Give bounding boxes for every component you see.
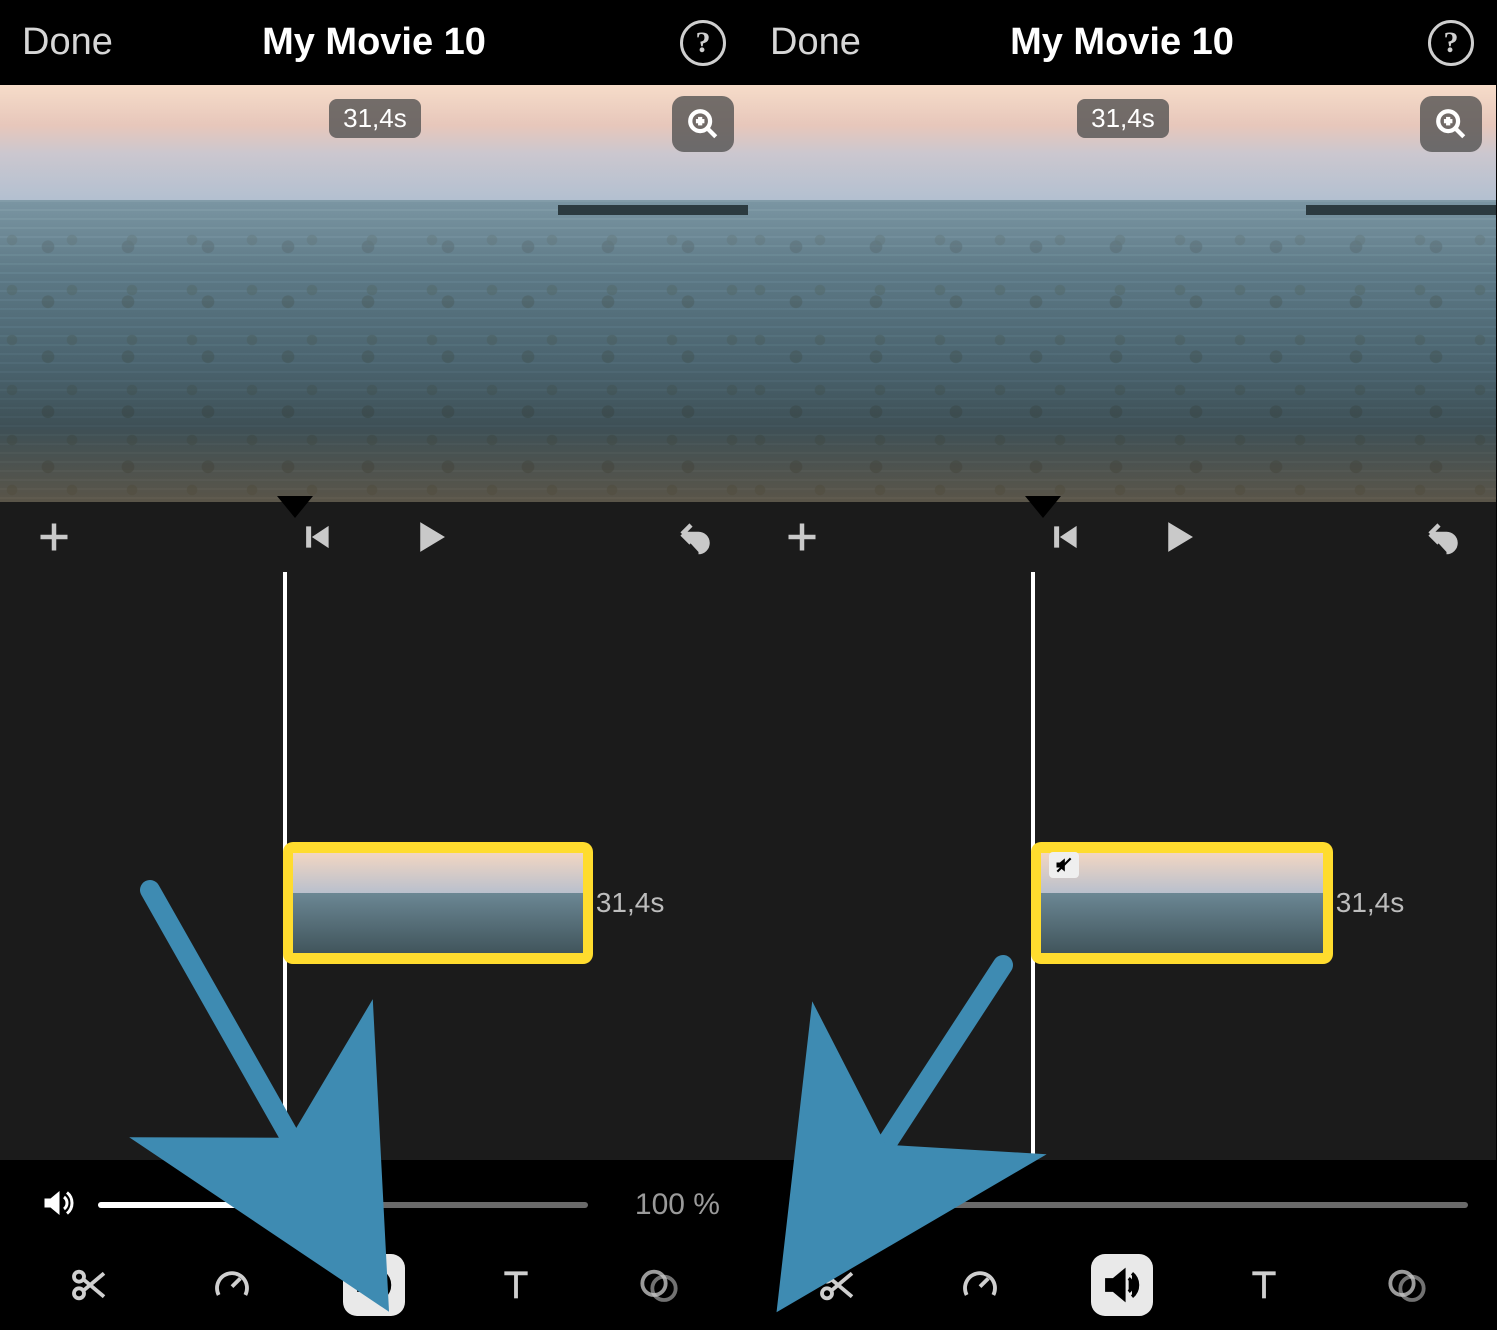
timeline[interactable]: 31,4s: [0, 572, 748, 1160]
editor-pane-right: Done My Movie 10 ? 31,4s: [748, 0, 1496, 1330]
gauge-icon: [960, 1265, 1000, 1305]
magnifier-plus-icon: [686, 107, 720, 141]
play-icon: [412, 519, 448, 555]
volume-handle[interactable]: [342, 1189, 374, 1221]
volume-handle[interactable]: [849, 1189, 881, 1221]
add-media-button[interactable]: [28, 511, 80, 563]
timeline[interactable]: 31,4s: [748, 572, 1496, 1160]
clip-duration-label: 31,4s: [1336, 887, 1405, 919]
volume-slider[interactable]: [846, 1202, 1468, 1208]
plus-icon: [36, 519, 72, 555]
speaker-muted-icon: [788, 1185, 824, 1226]
speaker-icon: [1102, 1265, 1142, 1305]
text-tool[interactable]: [1233, 1254, 1295, 1316]
text-icon: [496, 1265, 536, 1305]
help-icon: ?: [1444, 26, 1459, 60]
video-preview[interactable]: 31,4s: [0, 85, 748, 502]
skip-start-button[interactable]: [1040, 511, 1092, 563]
skip-start-button[interactable]: [292, 511, 344, 563]
help-button[interactable]: ?: [1428, 20, 1474, 66]
transport-bar: [0, 502, 748, 572]
help-icon: ?: [696, 26, 711, 60]
preview-sea: [0, 200, 748, 502]
undo-icon: [1424, 519, 1460, 555]
tool-tabs: [748, 1240, 1496, 1330]
undo-icon: [676, 519, 712, 555]
play-button[interactable]: [404, 511, 456, 563]
gauge-icon: [212, 1265, 252, 1305]
project-title: My Movie 10: [1010, 21, 1234, 64]
clip-duration-label: 31,4s: [596, 887, 665, 919]
done-button[interactable]: Done: [22, 21, 113, 64]
playhead-marker-icon: [1025, 496, 1061, 518]
play-button[interactable]: [1152, 511, 1204, 563]
clip-muted-badge: [1049, 852, 1079, 878]
plus-icon: [784, 519, 820, 555]
text-tool[interactable]: [485, 1254, 547, 1316]
filter-tool[interactable]: [1376, 1254, 1438, 1316]
clip-thumbnail: [1041, 853, 1323, 953]
done-button[interactable]: Done: [770, 21, 861, 64]
filter-icon: [639, 1265, 679, 1305]
volume-row: 100 %: [0, 1170, 748, 1240]
volume-tool[interactable]: [1091, 1254, 1153, 1316]
play-icon: [1160, 519, 1196, 555]
scissors-icon: [817, 1265, 857, 1305]
clip-thumbnail: [293, 853, 583, 953]
undo-button[interactable]: [1416, 511, 1468, 563]
add-media-button[interactable]: [776, 511, 828, 563]
volume-tool[interactable]: [343, 1254, 405, 1316]
zoom-button[interactable]: [1420, 96, 1482, 152]
volume-slider[interactable]: [98, 1202, 588, 1208]
scissors-tool[interactable]: [806, 1254, 868, 1316]
editor-pane-left: Done My Movie 10 ? 31,4s: [0, 0, 748, 1330]
volume-fill: [98, 1202, 358, 1208]
top-bar: Done My Movie 10 ?: [748, 0, 1496, 85]
video-clip[interactable]: 31,4s: [1031, 842, 1333, 964]
preview-sea: [748, 200, 1496, 502]
top-bar: Done My Movie 10 ?: [0, 0, 748, 85]
zoom-button[interactable]: [672, 96, 734, 152]
speaker-icon: [354, 1265, 394, 1305]
playhead-marker-icon: [277, 496, 313, 518]
filter-tool[interactable]: [628, 1254, 690, 1316]
speaker-icon: [40, 1185, 76, 1226]
volume-percent-label: 100 %: [610, 1188, 720, 1222]
skip-start-icon: [1051, 522, 1081, 552]
project-title: My Movie 10: [262, 21, 486, 64]
video-clip[interactable]: 31,4s: [283, 842, 593, 964]
text-icon: [1244, 1265, 1284, 1305]
speed-tool[interactable]: [201, 1254, 263, 1316]
filter-icon: [1387, 1265, 1427, 1305]
speed-tool[interactable]: [949, 1254, 1011, 1316]
magnifier-plus-icon: [1434, 107, 1468, 141]
duration-pill: 31,4s: [1077, 99, 1169, 138]
scissors-icon: [69, 1265, 109, 1305]
undo-button[interactable]: [668, 511, 720, 563]
duration-pill: 31,4s: [329, 99, 421, 138]
help-button[interactable]: ?: [680, 20, 726, 66]
scissors-tool[interactable]: [58, 1254, 120, 1316]
transport-bar: [748, 502, 1496, 572]
video-preview[interactable]: 31,4s: [748, 85, 1496, 502]
volume-row: [748, 1170, 1496, 1240]
skip-start-icon: [303, 522, 333, 552]
tool-tabs: [0, 1240, 748, 1330]
preview-jetty: [558, 205, 748, 215]
preview-jetty: [1306, 205, 1496, 215]
